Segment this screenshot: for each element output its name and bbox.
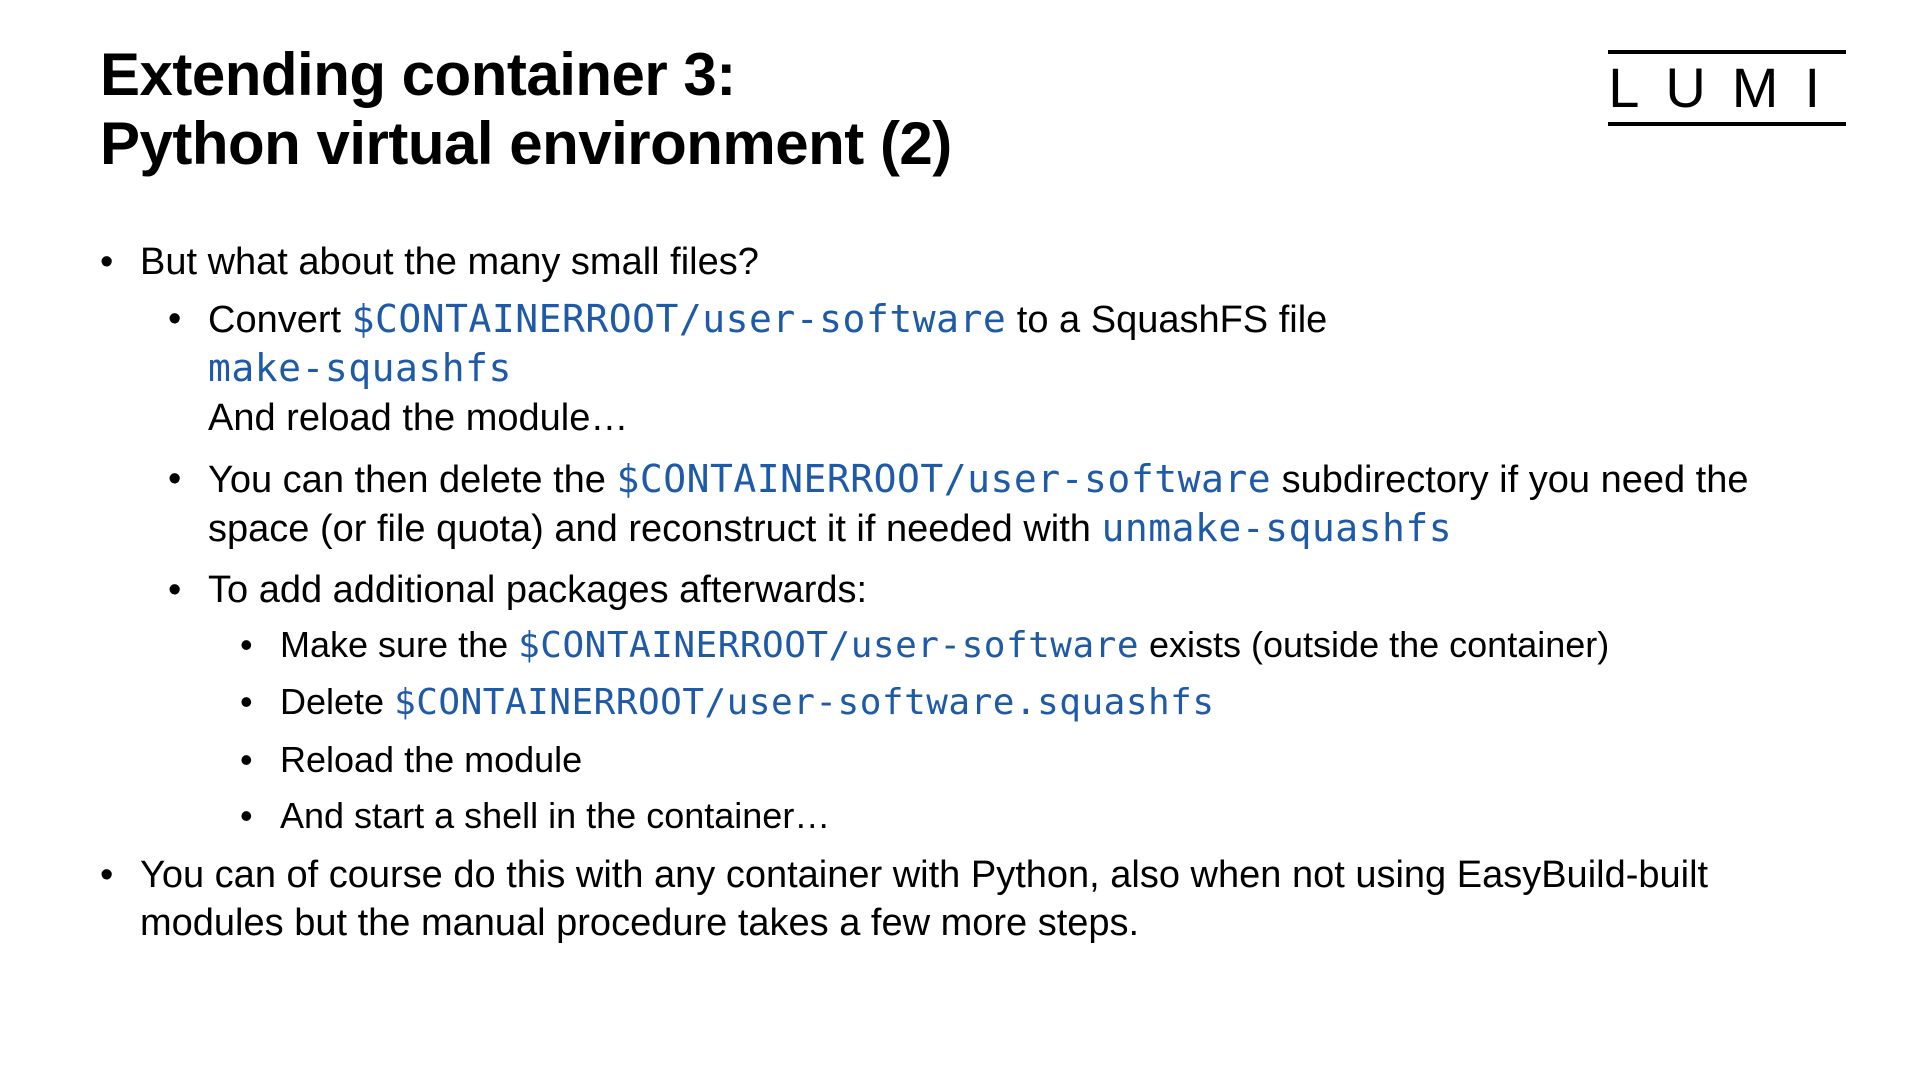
bullet-l2-convert: Convert $CONTAINERROOT/user-software to …: [168, 295, 1820, 443]
text-segment: to a SquashFS file: [1006, 299, 1327, 341]
bullet-text: To add additional packages afterwards:: [208, 569, 867, 611]
bullet-text: But what about the many small files?: [140, 241, 759, 283]
text-segment: exists (outside the container): [1139, 624, 1609, 665]
title-line-2: Python virtual environment (2): [100, 109, 1608, 178]
bullet-l1-small-files: But what about the many small files? Con…: [100, 238, 1820, 839]
code-unmake-squashfs: unmake-squashfs: [1101, 506, 1452, 550]
bullet-list-level1: But what about the many small files? Con…: [100, 238, 1820, 948]
code-containerroot-user-software: $CONTAINERROOT/user-software: [518, 625, 1139, 666]
code-containerroot-user-software: $CONTAINERROOT/user-software: [617, 457, 1272, 501]
code-containerroot-user-software: $CONTAINERROOT/user-software: [352, 297, 1007, 341]
bullet-l2-add-packages: To add additional packages afterwards: M…: [168, 566, 1820, 839]
slide: Extending container 3: Python virtual en…: [0, 0, 1920, 1080]
bullet-text: Reload the module: [280, 739, 582, 780]
code-user-software-squashfs: $CONTAINERROOT/user-software.squashfs: [394, 682, 1214, 723]
bullet-list-level2: Convert $CONTAINERROOT/user-software to …: [140, 295, 1820, 839]
text-segment: You can then delete the: [208, 459, 617, 501]
bullet-list-level3: Make sure the $CONTAINERROOT/user-softwa…: [208, 622, 1820, 838]
slide-body: But what about the many small files? Con…: [100, 238, 1820, 948]
bullet-l3-delete-squashfs: Delete $CONTAINERROOT/user-software.squa…: [240, 679, 1820, 726]
bullet-text: You can of course do this with any conta…: [140, 854, 1708, 945]
text-segment: Make sure the: [280, 624, 518, 665]
slide-header: Extending container 3: Python virtual en…: [100, 40, 1820, 178]
text-segment: Delete: [280, 681, 394, 722]
text-segment: Convert: [208, 299, 352, 341]
bullet-l3-reload-module: Reload the module: [240, 737, 1820, 783]
bullet-l3-make-sure-exists: Make sure the $CONTAINERROOT/user-softwa…: [240, 622, 1820, 669]
lumi-logo: LUMI: [1608, 50, 1846, 126]
bullet-l1-any-container: You can of course do this with any conta…: [100, 851, 1820, 948]
bullet-text: And start a shell in the container…: [280, 795, 830, 836]
code-make-squashfs: make-squashfs: [208, 346, 512, 390]
bullet-l2-delete-reconstruct: You can then delete the $CONTAINERROOT/u…: [168, 455, 1820, 554]
title-line-1: Extending container 3:: [100, 40, 1608, 109]
title-block: Extending container 3: Python virtual en…: [100, 40, 1608, 178]
bullet-l3-start-shell: And start a shell in the container…: [240, 793, 1820, 839]
text-segment: And reload the module…: [208, 397, 628, 439]
